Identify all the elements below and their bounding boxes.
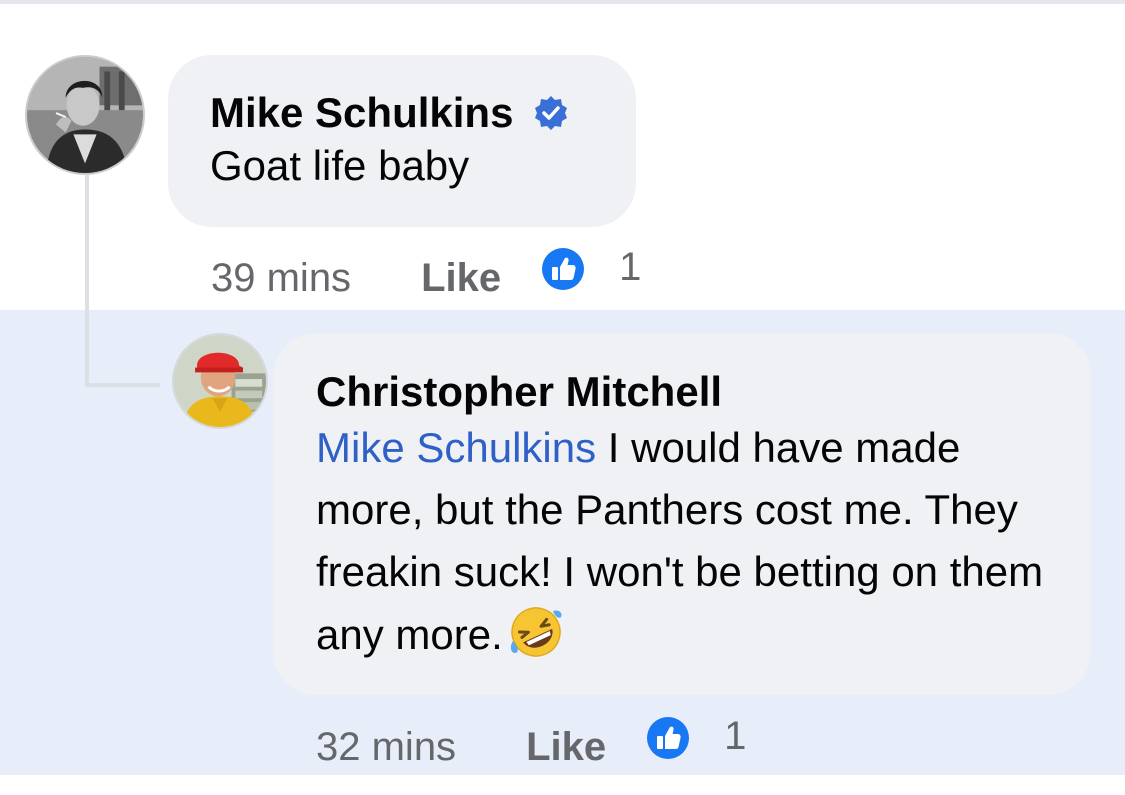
comment-timestamp[interactable]: 39 mins xyxy=(211,256,351,301)
comment-text: Goat life baby xyxy=(210,142,470,189)
comment-thread: Mike Schulkins Goat life baby 39 mins Li… xyxy=(0,0,1125,795)
avatar-mike-schulkins[interactable] xyxy=(25,55,145,175)
avatar-christopher-mitchell[interactable] xyxy=(172,333,268,429)
comment-author[interactable]: Mike Schulkins xyxy=(210,88,513,138)
like-reaction-icon[interactable] xyxy=(541,247,585,291)
comment-author-row: Christopher Mitchell xyxy=(316,367,1048,417)
thread-connector-branch xyxy=(85,383,160,387)
rolling-on-floor-laughing-emoji-icon xyxy=(507,603,565,661)
reply-meta: 32 mins Like 1 xyxy=(316,713,747,777)
like-reaction-icon[interactable] xyxy=(646,716,690,760)
comment-author[interactable]: Christopher Mitchell xyxy=(316,367,722,417)
thread-connector-line xyxy=(85,165,89,387)
comment-timestamp[interactable]: 32 mins xyxy=(316,725,456,770)
mention-link[interactable]: Mike Schulkins xyxy=(316,424,596,471)
reply-bubble: Christopher Mitchell Mike Schulkins I wo… xyxy=(273,333,1091,695)
reaction-count: 1 xyxy=(619,244,642,289)
top-divider xyxy=(0,0,1125,4)
like-button[interactable]: Like xyxy=(421,256,501,301)
comment-bubble: Mike Schulkins Goat life baby xyxy=(168,55,636,227)
like-button[interactable]: Like xyxy=(526,725,606,770)
comment-author-row: Mike Schulkins xyxy=(210,88,594,138)
comment-meta: 39 mins Like 1 xyxy=(211,244,642,308)
verified-badge-icon xyxy=(533,95,569,131)
reaction-count: 1 xyxy=(724,713,747,758)
comment-text: Mike Schulkins I would have made more, b… xyxy=(316,417,1048,666)
